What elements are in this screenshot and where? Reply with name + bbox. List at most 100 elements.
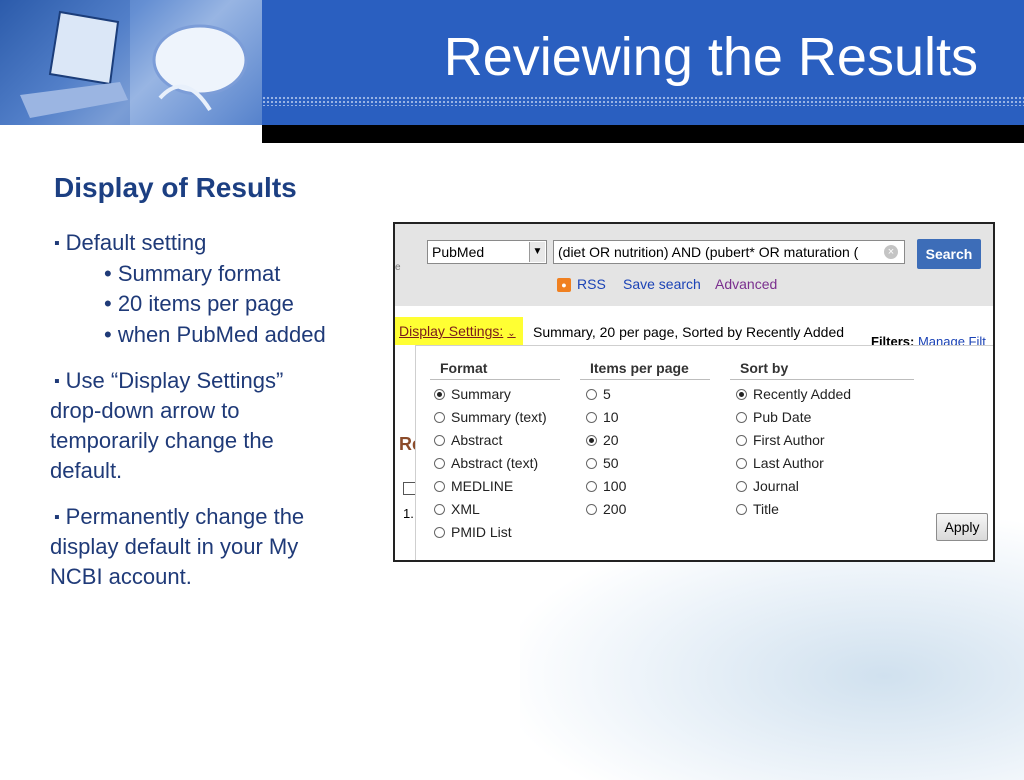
option-label: Last Author (753, 455, 824, 471)
option-label: 10 (603, 409, 619, 425)
radio-icon[interactable] (736, 458, 747, 469)
radio-items-200[interactable]: 200 (586, 501, 626, 517)
clear-search-icon[interactable]: × (884, 245, 898, 259)
option-label: Title (753, 501, 779, 517)
radio-icon[interactable] (434, 481, 445, 492)
radio-icon[interactable] (736, 481, 747, 492)
radio-icon[interactable] (586, 389, 597, 400)
display-settings-dropdown[interactable]: Display Settings: ⌄ (395, 317, 523, 345)
result-number: 1. (403, 506, 414, 521)
search-input[interactable]: (diet OR nutrition) AND (pubert* OR matu… (553, 240, 905, 264)
radio-selected-icon[interactable] (736, 389, 747, 400)
radio-sort-pub-date[interactable]: Pub Date (736, 409, 811, 425)
database-select-value: PubMed (432, 244, 485, 260)
radio-items-20[interactable]: 20 (586, 432, 619, 448)
radio-selected-icon[interactable] (586, 435, 597, 446)
radio-format-summary-text[interactable]: Summary (text) (434, 409, 547, 425)
radio-format-abstract[interactable]: Abstract (434, 432, 502, 448)
option-label: MEDLINE (451, 478, 514, 494)
dropdown-arrow-icon[interactable]: ▼ (529, 242, 545, 262)
bullet-use-display: ▪ Use “Display Settings” (54, 366, 283, 397)
radio-items-5[interactable]: 5 (586, 386, 611, 402)
slide-header: Reviewing the Results (0, 0, 1024, 125)
radio-icon[interactable] (736, 412, 747, 423)
radio-format-pmid-list[interactable]: PMID List (434, 524, 512, 540)
display-settings-panel: Format Items per page Sort by Summary Su… (415, 345, 993, 560)
radio-format-xml[interactable]: XML (434, 501, 480, 517)
radio-icon[interactable] (434, 412, 445, 423)
radio-icon[interactable] (736, 504, 747, 515)
edge-fragment: e (395, 262, 401, 273)
radio-items-10[interactable]: 10 (586, 409, 619, 425)
bullet-square-icon: ▪ (54, 509, 60, 526)
option-label: 100 (603, 478, 627, 494)
radio-icon[interactable] (586, 504, 597, 515)
bullet-text-line: temporarily change the (50, 428, 274, 453)
slide-title: Reviewing the Results (443, 27, 978, 87)
radio-format-summary[interactable]: Summary (434, 386, 511, 402)
bullet-text-line: drop-down arrow to (50, 398, 240, 423)
apply-button[interactable]: Apply (936, 513, 988, 541)
radio-icon[interactable] (434, 504, 445, 515)
radio-icon[interactable] (434, 527, 445, 538)
option-label: First Author (753, 432, 825, 448)
radio-format-abstract-text[interactable]: Abstract (text) (434, 455, 538, 471)
bullet-permanent: ▪ Permanently change the (54, 502, 304, 533)
sort-by-header: Sort by (740, 360, 789, 376)
search-input-value: (diet OR nutrition) AND (pubert* OR matu… (558, 244, 859, 260)
option-label: PMID List (451, 524, 512, 540)
radio-sort-last-author[interactable]: Last Author (736, 455, 824, 471)
sub-bullet-items: • 20 items per page (104, 291, 294, 316)
option-label: XML (451, 501, 480, 517)
display-settings-label: Display Settings: (399, 323, 504, 339)
divider (430, 379, 560, 380)
database-select[interactable]: PubMed ▼ (427, 240, 547, 264)
radio-sort-first-author[interactable]: First Author (736, 432, 825, 448)
bullet-square-icon: ▪ (54, 373, 60, 390)
bullet-default-setting: ▪ Default setting (54, 228, 206, 259)
radio-sort-recently-added[interactable]: Recently Added (736, 386, 851, 402)
header-dotted-line (262, 96, 1024, 106)
option-label: Pub Date (753, 409, 812, 425)
bullet-text: Use “Display Settings” (65, 368, 284, 393)
format-header: Format (440, 360, 488, 376)
laptop-mouse-illustration (0, 0, 262, 125)
sub-bullet-summary: • Summary format (104, 261, 281, 286)
search-button[interactable]: Search (917, 239, 981, 269)
bullet-text: Default setting (65, 230, 207, 255)
option-label: Summary (451, 386, 511, 402)
option-label: 50 (603, 455, 619, 471)
radio-icon[interactable] (586, 481, 597, 492)
bullet-text: Permanently change the (65, 504, 305, 529)
rss-link[interactable]: RSS (577, 276, 606, 292)
option-label: 5 (603, 386, 611, 402)
divider (730, 379, 914, 380)
radio-icon[interactable] (736, 435, 747, 446)
bullet-text-line: default. (50, 458, 123, 483)
radio-items-100[interactable]: 100 (586, 478, 626, 494)
radio-items-50[interactable]: 50 (586, 455, 619, 471)
display-settings-summary: Summary, 20 per page, Sorted by Recently… (533, 324, 845, 340)
radio-format-medline[interactable]: MEDLINE (434, 478, 513, 494)
radio-sort-journal[interactable]: Journal (736, 478, 799, 494)
option-label: Abstract (text) (451, 455, 539, 471)
section-heading: Display of Results (54, 172, 297, 203)
save-search-link[interactable]: Save search (623, 276, 701, 292)
search-bar-area: PubMed ▼ (diet OR nutrition) AND (pubert… (395, 224, 993, 306)
radio-icon[interactable] (434, 458, 445, 469)
rss-icon[interactable]: ● (557, 278, 571, 292)
radio-icon[interactable] (434, 435, 445, 446)
option-label: Summary (text) (451, 409, 547, 425)
advanced-link[interactable]: Advanced (715, 276, 777, 292)
radio-selected-icon[interactable] (434, 389, 445, 400)
option-label: Journal (753, 478, 799, 494)
items-per-page-header: Items per page (590, 360, 689, 376)
header-black-bar (262, 125, 1024, 143)
option-label: Abstract (451, 432, 503, 448)
radio-icon[interactable] (586, 412, 597, 423)
radio-icon[interactable] (586, 458, 597, 469)
bullet-text-line: display default in your My (50, 534, 299, 559)
chevron-down-icon[interactable]: ⌄ (507, 328, 515, 339)
radio-sort-title[interactable]: Title (736, 501, 779, 517)
sub-bullet-added: • when PubMed added (104, 322, 326, 347)
